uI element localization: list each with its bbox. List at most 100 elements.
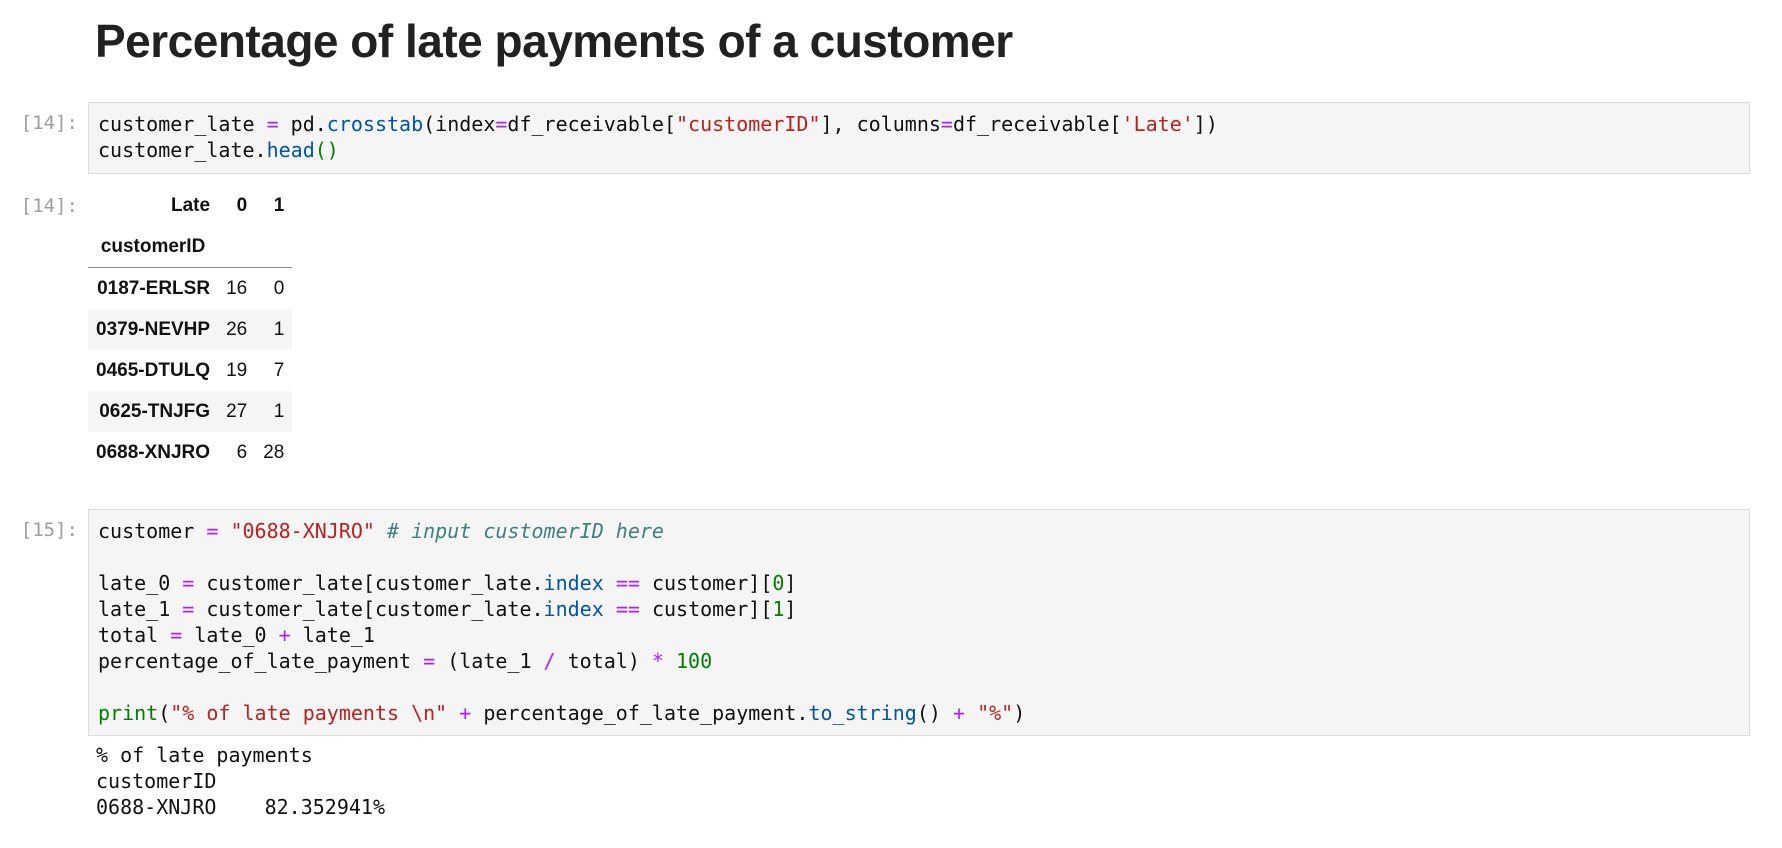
code-editor-14[interactable]: customer_late = pd.crosstab(index=df_rec… [98, 111, 1740, 163]
code-token: percentage_of_late_payment [98, 649, 424, 673]
index-name-row: customerID [88, 226, 293, 268]
code-token: "customerID" [676, 112, 821, 136]
dataframe-output: Late 0 1 customerID 0187-ERLSR 16 0 0379… [88, 185, 293, 473]
table-cell: 7 [273, 359, 285, 381]
code-token: customer_late. [98, 138, 267, 162]
code-token: "%" [977, 701, 1014, 725]
column-header: 1 [273, 194, 285, 216]
table-row: 0688-XNJRO 6 28 [88, 432, 292, 473]
code-token: () [916, 701, 953, 725]
code-token: * [651, 649, 664, 673]
table-cell: 1 [273, 318, 285, 340]
output-prompt-14: [14]: [20, 195, 78, 217]
code-token: ] [784, 597, 797, 621]
code-token: late_0 [182, 623, 279, 647]
code-editor-15[interactable]: customer = "0688-XNJRO" # input customer… [98, 518, 1740, 726]
code-token: total [98, 623, 171, 647]
code-token: "% of late payments \n" [170, 701, 448, 725]
table-cell: 6 [236, 441, 248, 463]
row-index: 0625-TNJFG [99, 400, 211, 422]
code-token: () [314, 138, 339, 162]
table-row: 0187-ERLSR 16 0 [88, 268, 292, 310]
stdout-output: % of late payments customerID 0688-XNJRO… [96, 742, 385, 820]
stdout-line: customerID [96, 769, 217, 793]
code-token: df_receivable[ [952, 112, 1122, 136]
table-row: 0465-DTULQ 19 7 [88, 350, 292, 391]
section-heading: Percentage of late payments of a custome… [95, 15, 1013, 67]
code-token: ] [784, 571, 797, 595]
code-token: customer][ [639, 597, 773, 621]
code-token: + [459, 701, 472, 725]
code-token: "0688-XNJRO" [230, 519, 375, 543]
code-token: 1 [772, 597, 785, 621]
table-cell: 0 [273, 277, 285, 299]
code-token: = [940, 112, 953, 136]
column-header-row: Late 0 1 [88, 185, 292, 226]
code-token: == [615, 571, 640, 595]
code-token: ) [1013, 701, 1026, 725]
code-token: = [423, 649, 436, 673]
code-token: print [98, 701, 159, 725]
table-row: 0379-NEVHP 26 1 [88, 309, 293, 350]
code-token: = [266, 112, 279, 136]
code-token: (index [423, 112, 496, 136]
code-token: # input customerID here [387, 519, 664, 543]
code-cell-15[interactable]: customer = "0688-XNJRO" # input customer… [88, 509, 1750, 736]
code-token: + [952, 701, 966, 725]
code-token: index [543, 571, 604, 595]
code-token: / [543, 649, 556, 673]
row-index: 0187-ERLSR [97, 277, 211, 299]
code-token: = [495, 112, 508, 136]
code-token: percentage_of_late_payment. [471, 701, 809, 725]
code-token: customer_late [98, 112, 267, 136]
code-token: + [278, 623, 291, 647]
code-token: ( [158, 701, 171, 725]
code-token: crosstab [326, 112, 424, 136]
code-token: ], columns [820, 112, 941, 136]
index-name: customerID [88, 226, 219, 268]
code-token: 100 [676, 649, 713, 673]
code-token: 0 [772, 571, 785, 595]
code-token: late_1 [290, 623, 375, 647]
input-prompt-14: [14]: [20, 112, 78, 134]
code-token: total) [555, 649, 652, 673]
code-token: = [182, 571, 195, 595]
code-token: == [615, 597, 640, 621]
stdout-line: % of late payments [96, 743, 313, 767]
code-token: = [206, 519, 219, 543]
code-token: = [182, 597, 195, 621]
table-cell: 19 [226, 359, 248, 381]
column-header: 0 [236, 194, 248, 216]
code-token: late_0 [98, 571, 183, 595]
row-index: 0379-NEVHP [96, 318, 211, 340]
code-token: pd. [278, 112, 327, 136]
code-token: = [170, 623, 183, 647]
table-cell: 26 [226, 318, 248, 340]
code-token: customer][ [639, 571, 773, 595]
stdout-text: % of late payments customerID 0688-XNJRO… [96, 742, 385, 820]
code-token: head [266, 138, 315, 162]
table-cell: 28 [263, 441, 285, 463]
code-token: (late_1 [435, 649, 544, 673]
table-cell: 16 [226, 277, 248, 299]
code-token: to_string [808, 701, 917, 725]
table-row: 0625-TNJFG 27 1 [88, 391, 293, 432]
code-token: late_1 [98, 597, 183, 621]
stdout-line: 0688-XNJRO 82.352941% [96, 795, 385, 819]
code-token: 'Late' [1121, 112, 1194, 136]
row-index: 0465-DTULQ [96, 359, 211, 381]
table-cell: 1 [273, 400, 285, 422]
input-prompt-15: [15]: [20, 519, 78, 541]
code-token: customer_late[customer_late. [194, 597, 544, 621]
code-token: customer_late[customer_late. [194, 571, 544, 595]
code-cell-14[interactable]: customer_late = pd.crosstab(index=df_rec… [88, 102, 1750, 174]
row-index: 0688-XNJRO [96, 441, 211, 463]
table-cell: 27 [226, 400, 248, 422]
